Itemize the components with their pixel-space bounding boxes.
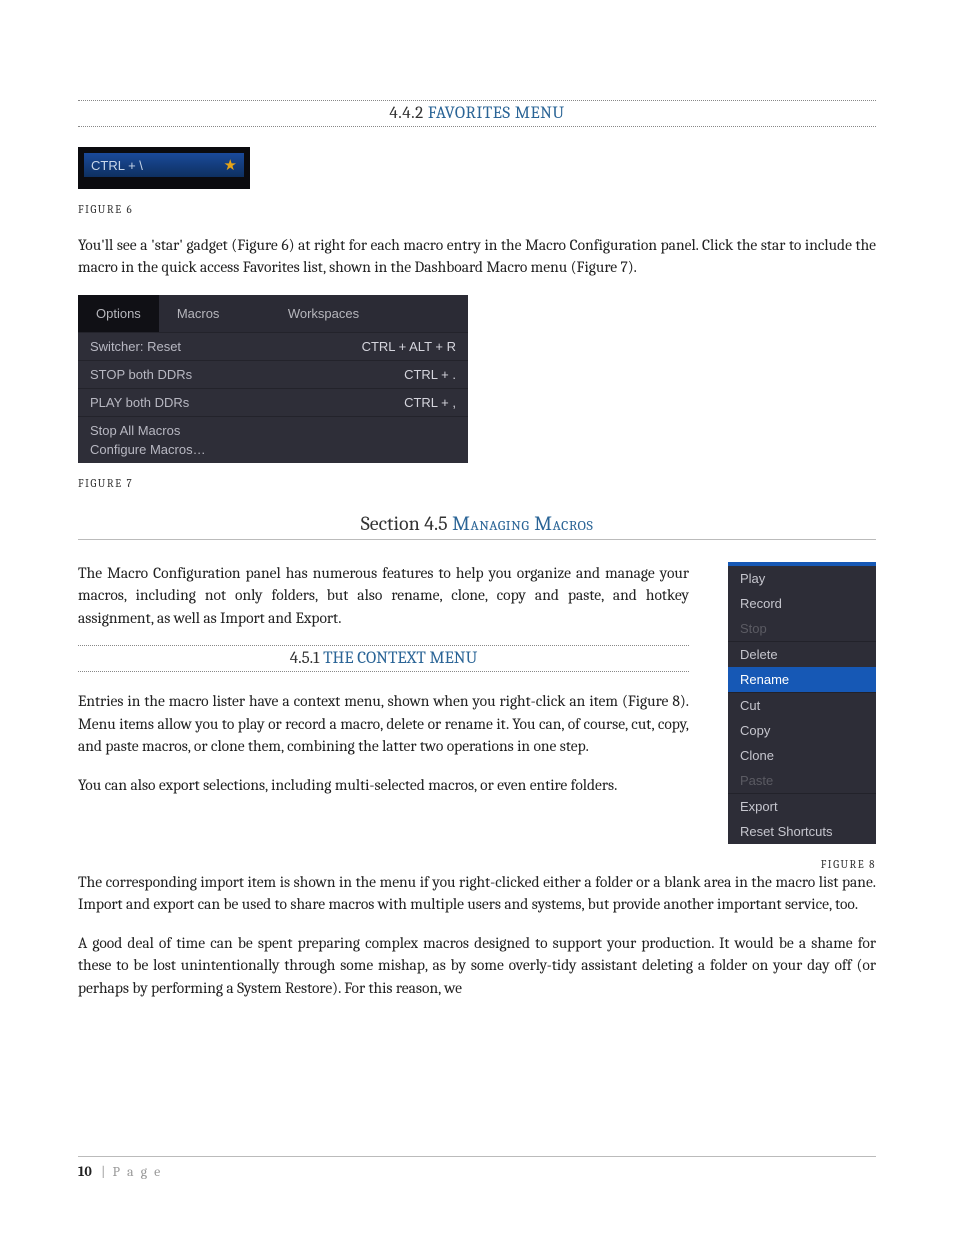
paragraph-5: The corresponding import item is shown i…	[78, 871, 876, 916]
ctx-stop: Stop	[728, 616, 876, 641]
section-45-name: Managing Macros	[452, 512, 593, 535]
ctx-cut[interactable]: Cut	[728, 692, 876, 718]
macro-menu-label: STOP both DDRs	[90, 367, 192, 382]
macro-menu-label: Stop All Macros	[90, 423, 180, 438]
subheading-442-title: FAVORITES MENU	[428, 104, 565, 123]
page-footer: 10 | P a g e	[78, 1156, 876, 1180]
macro-menu-item[interactable]: Configure Macros…	[78, 440, 468, 463]
paragraph-1: You'll see a 'star' gadget (Figure 6) at…	[78, 234, 876, 279]
figure-7-caption: FIGURE 7	[78, 477, 876, 490]
section-45-prefix: Section 4.5	[361, 512, 448, 535]
subheading-442: 4.4.2 FAVORITES MENU	[78, 100, 876, 127]
macro-menu-shortcut: CTRL + .	[404, 367, 456, 382]
figure-6: CTRL + \ ★	[78, 147, 250, 189]
footer-sep: |	[96, 1163, 113, 1180]
tab-macros[interactable]: Macros	[159, 295, 270, 332]
macro-menu-item[interactable]: PLAY both DDRs CTRL + ,	[78, 388, 468, 416]
section-rule	[78, 539, 876, 540]
ctx-paste: Paste	[728, 768, 876, 793]
page-number: 10	[78, 1163, 92, 1180]
ctx-clone[interactable]: Clone	[728, 743, 876, 768]
subheading-451-title: THE CONTEXT MENU	[323, 649, 477, 668]
ctx-copy[interactable]: Copy	[728, 718, 876, 743]
subheading-451: 4.5.1 THE CONTEXT MENU	[78, 645, 689, 672]
figure-8-caption: FIGURE 8	[711, 858, 876, 871]
figure-8-wrapper: Play Record Stop Delete Rename Cut Copy …	[711, 562, 876, 871]
star-icon[interactable]: ★	[224, 156, 237, 174]
macro-menu-shortcut: CTRL + ALT + R	[362, 339, 456, 354]
macro-menu-label: PLAY both DDRs	[90, 395, 189, 410]
macro-menu-item[interactable]: Stop All Macros	[78, 416, 468, 440]
section-45-title: Section 4.5 Managing Macros	[78, 512, 876, 535]
page-word: P a g e	[112, 1163, 162, 1180]
macro-menu-item[interactable]: STOP both DDRs CTRL + .	[78, 360, 468, 388]
context-menu: Play Record Stop Delete Rename Cut Copy …	[728, 562, 876, 844]
macro-menu-shortcut: CTRL + ,	[404, 395, 456, 410]
figure-6-caption: FIGURE 6	[78, 203, 876, 216]
ctx-delete[interactable]: Delete	[728, 641, 876, 667]
ctx-export[interactable]: Export	[728, 793, 876, 819]
paragraph-6: A good deal of time can be spent prepari…	[78, 932, 876, 999]
favorite-shortcut-chip[interactable]: CTRL + \ ★	[84, 153, 244, 177]
macro-menu-item[interactable]: Switcher: Reset CTRL + ALT + R	[78, 332, 468, 360]
shortcut-label: CTRL + \	[91, 158, 143, 173]
macro-menu-label: Configure Macros…	[90, 442, 206, 457]
ctx-rename[interactable]: Rename	[728, 667, 876, 692]
ctx-reset-shortcuts[interactable]: Reset Shortcuts	[728, 819, 876, 844]
subheading-451-number: 4.5.1	[290, 649, 320, 668]
tab-options[interactable]: Options	[78, 295, 159, 332]
ctx-play[interactable]: Play	[728, 566, 876, 591]
tab-workspaces[interactable]: Workspaces	[270, 295, 468, 332]
ctx-record[interactable]: Record	[728, 591, 876, 616]
figure-7: Options Macros Workspaces Switcher: Rese…	[78, 295, 468, 463]
macro-menu-label: Switcher: Reset	[90, 339, 181, 354]
subheading-442-number: 4.4.2	[389, 104, 423, 123]
